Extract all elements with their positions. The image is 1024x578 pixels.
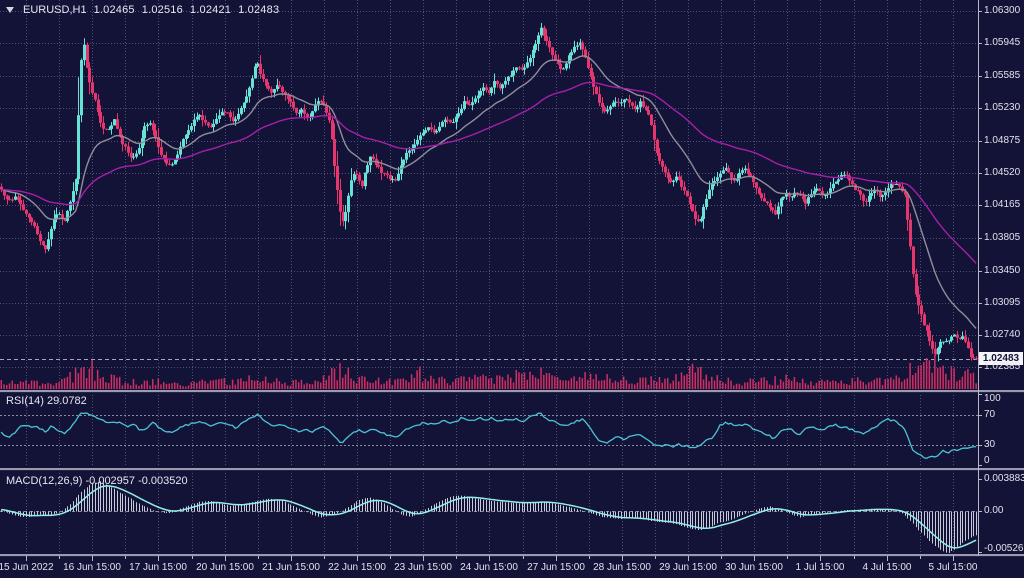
time-tick-label: 23 Jun 15:00 xyxy=(394,562,452,573)
symbol-label: EURUSD,H1 xyxy=(23,4,87,16)
low-value: 1.02421 xyxy=(190,4,231,16)
price-tick-label: 1.04520 xyxy=(984,167,1020,178)
price-tick-label: 1.03450 xyxy=(984,265,1020,276)
rsi-indicator-label: RSI(14) 29.0782 xyxy=(6,395,87,407)
price-tick-label: 1.05230 xyxy=(984,102,1020,113)
time-tick-label: 29 Jun 15:00 xyxy=(659,562,717,573)
time-tick-label: 16 Jun 15:00 xyxy=(63,562,121,573)
time-tick-label: 24 Jun 15:00 xyxy=(460,562,518,573)
price-tick-label: 1.03805 xyxy=(984,232,1020,243)
time-tick-label: 4 Jul 15:00 xyxy=(863,562,912,573)
macd-signal-value: -0.003520 xyxy=(138,475,188,487)
time-tick-label: 5 Jul 15:00 xyxy=(929,562,978,573)
chart-plot-canvas[interactable] xyxy=(0,0,1024,578)
open-value: 1.02465 xyxy=(94,4,135,16)
close-value: 1.02483 xyxy=(238,4,279,16)
time-tick-label: 21 Jun 15:00 xyxy=(262,562,320,573)
rsi-tick-label: 30 xyxy=(984,439,995,450)
high-value: 1.02516 xyxy=(142,4,183,16)
price-tick-label: 1.05945 xyxy=(984,37,1020,48)
time-tick-label: 20 Jun 15:00 xyxy=(196,562,254,573)
price-tick-label: 1.04875 xyxy=(984,135,1020,146)
time-tick-label: 28 Jun 15:00 xyxy=(593,562,651,573)
symbol-dropdown-icon[interactable] xyxy=(6,7,14,13)
rsi-tick-label: 100 xyxy=(984,393,1001,404)
price-tick-label: 1.03095 xyxy=(984,297,1020,308)
time-tick-label: 22 Jun 15:00 xyxy=(328,562,386,573)
time-tick-label: 27 Jun 15:00 xyxy=(527,562,585,573)
time-tick-label: 15 Jun 2022 xyxy=(0,562,54,573)
time-tick-label: 1 Jul 15:00 xyxy=(796,562,845,573)
macd-tick-label: 0.00 xyxy=(984,505,1003,516)
rsi-current-value: 29.0782 xyxy=(47,395,87,407)
chart-header: EURUSD,H1 1.02465 1.02516 1.02421 1.0248… xyxy=(6,4,279,16)
trading-chart-window: EURUSD,H1 1.02465 1.02516 1.02421 1.0248… xyxy=(0,0,1024,578)
macd-name: MACD(12,26,9) xyxy=(6,475,82,487)
macd-indicator-label: MACD(12,26,9) -0.002957 -0.003520 xyxy=(6,475,188,487)
macd-tick-label: 0.003883 xyxy=(984,473,1024,484)
macd-tick-label: -0.005265 xyxy=(984,543,1024,554)
price-tick-label: 1.06300 xyxy=(984,5,1020,16)
time-tick-label: 17 Jun 15:00 xyxy=(129,562,187,573)
rsi-name: RSI(14) xyxy=(6,395,44,407)
time-tick-label: 30 Jun 15:00 xyxy=(725,562,783,573)
rsi-tick-label: 0 xyxy=(984,455,990,466)
price-tick-label: 1.05585 xyxy=(984,70,1020,81)
price-tick-label: 1.02740 xyxy=(984,329,1020,340)
macd-main-value: -0.002957 xyxy=(85,475,135,487)
price-tick-label: 1.04165 xyxy=(984,199,1020,210)
price-tick-label: 1.02385 xyxy=(984,361,1020,372)
rsi-tick-label: 70 xyxy=(984,409,995,420)
